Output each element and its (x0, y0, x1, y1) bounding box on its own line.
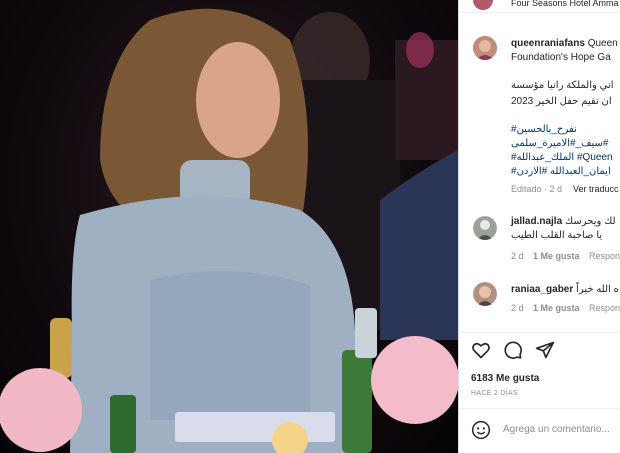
photo-illustration (0, 8, 458, 453)
caption-edited: Editado · 2 d (511, 184, 563, 194)
reply-button[interactable]: Respon (589, 303, 620, 313)
comment-time: 2 d (511, 251, 524, 261)
reply-button[interactable]: Respon (589, 251, 620, 261)
hashtag[interactable]: سيف_#الاميرة_سلمى# (511, 138, 608, 149)
hashtag[interactable]: #ايمان_العبدالله #الاردن (511, 166, 611, 177)
comment-text-line2: يا صاحبة القلب الطيب (511, 230, 603, 241)
author-avatar-top[interactable] (473, 0, 493, 10)
emoji-icon[interactable] (471, 420, 491, 440)
comment-likes[interactable]: 1 Me gusta (533, 303, 580, 313)
hashtag[interactable]: #نفرح_بالحسين (511, 124, 577, 135)
actions-divider (459, 332, 620, 334)
comment-likes[interactable]: 1 Me gusta (533, 251, 580, 261)
heart-icon[interactable] (471, 340, 491, 360)
post-location[interactable]: Four Seasons Hotel Amma (511, 0, 619, 8)
comment-line: raniaa_gaber ه الله خيراً (511, 284, 619, 295)
avatar-image (473, 282, 497, 306)
caption-line-1: Queen (587, 38, 618, 49)
comment-text: لك ويحرسك (564, 216, 616, 227)
translate-link[interactable]: Ver traducc (573, 184, 619, 194)
caption-avatar[interactable] (473, 36, 497, 60)
post-photo[interactable] (0, 0, 458, 453)
comment-avatar[interactable] (473, 216, 497, 240)
caption-arabic-1: اني والملكة رانيا مؤسسة (511, 80, 614, 91)
comment-author[interactable]: jallad.najla (511, 216, 562, 227)
comment-likes-text[interactable]: 1 Me gusta (533, 251, 580, 261)
add-comment-row: Agrega un comentario... (459, 408, 620, 453)
likes-count[interactable]: 6183 Me gusta (471, 373, 539, 384)
share-icon[interactable] (535, 340, 555, 360)
comment-avatar[interactable] (473, 282, 497, 306)
avatar-image (473, 216, 497, 240)
comment-line: jallad.najla لك ويحرسك (511, 216, 616, 227)
comment-icon[interactable] (503, 340, 523, 360)
caption-author[interactable]: queenraniafans Queen (511, 38, 618, 49)
avatar-image (473, 36, 497, 60)
post-header: Four Seasons Hotel Amma (459, 0, 620, 13)
comment-time: 2 d (511, 303, 524, 313)
comment-text: ه الله خيراً (576, 284, 619, 295)
caption-author-name[interactable]: queenraniafans (511, 38, 585, 49)
caption-arabic-2: ان تقيم حفل الخير 2023 (511, 96, 612, 107)
hashtag[interactable]: #الملك_عبدالله #Queen (511, 152, 613, 163)
comment-input[interactable]: Agrega un comentario... (503, 424, 610, 435)
comment-author[interactable]: raniaa_gaber (511, 284, 573, 295)
post-side-panel: Four Seasons Hotel Amma queenraniafans Q… (458, 0, 620, 453)
comment-likes-text[interactable]: 1 Me gusta (533, 303, 580, 313)
post-time-ago[interactable]: HACE 2 DÍAS (471, 390, 518, 397)
caption-line-2: Foundation's Hope Ga (511, 52, 611, 63)
